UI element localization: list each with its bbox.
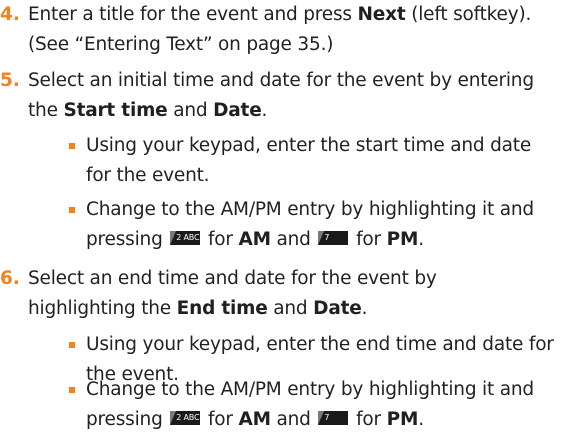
am-label: AM [238, 409, 272, 430]
bullet-line: for the event. [86, 165, 210, 186]
step-number: 4. [0, 4, 20, 25]
bullet-marker [69, 342, 75, 348]
bullet-text: Using your keypad, enter the start time … [86, 131, 582, 191]
bullet-line: pressing 2 ABC for AM and 7 PQRS for PM. [86, 225, 582, 255]
text-run: and [267, 298, 314, 319]
key-2-abc-icon: 2 ABC [170, 231, 201, 245]
key-7-pqrs-icon: 7 PQRS [318, 231, 349, 245]
text-run: . [361, 298, 368, 319]
text-run: and [167, 100, 214, 121]
step-line: Select an end time and date for the even… [28, 268, 437, 289]
bullet-line: Change to the AM/PM entry by highlightin… [86, 379, 534, 400]
am-label: AM [238, 229, 272, 250]
text-run: . [418, 229, 424, 250]
text-run: . [261, 100, 268, 121]
bullet-marker [69, 143, 75, 149]
key-7-pqrs-icon: 7 PQRS [318, 411, 349, 425]
text-run: for [350, 409, 387, 430]
text-run: for [202, 229, 239, 250]
text-run: (left softkey). [405, 4, 532, 25]
start-time-label: Start time [63, 100, 168, 121]
bullet-text: Change to the AM/PM entry by highlightin… [86, 375, 582, 435]
next-softkey-label: Next [357, 4, 406, 25]
text-run: the [28, 100, 64, 121]
key-2-abc-icon: 2 ABC [170, 411, 201, 425]
step-line: Select an initial time and date for the … [28, 70, 534, 91]
step-text: Enter a title for the event and press Ne… [28, 0, 582, 60]
text-run: highlighting the [28, 298, 177, 319]
pm-label: PM [386, 229, 419, 250]
pm-label: PM [386, 409, 419, 430]
step-text: Select an initial time and date for the … [28, 66, 582, 126]
text-run: and [270, 409, 317, 430]
page-reference: (See “Entering Text” on page 35.) [28, 34, 334, 55]
end-time-label: End time [176, 298, 268, 319]
text-run: pressing [86, 409, 169, 430]
date-label: Date [313, 298, 362, 319]
bullet-line: Using your keypad, enter the end time an… [86, 334, 554, 355]
step-number: 5. [0, 70, 20, 91]
bullet-marker [69, 387, 75, 393]
date-label: Date [213, 100, 262, 121]
bullet-text: Change to the AM/PM entry by highlightin… [86, 195, 582, 255]
step-number: 6. [0, 268, 20, 289]
text-run: for [350, 229, 387, 250]
text-run: and [270, 229, 317, 250]
step-line: highlighting the End time and Date. [28, 294, 582, 324]
text-run: . [418, 409, 424, 430]
bullet-line: Using your keypad, enter the start time … [86, 135, 532, 156]
bullet-marker [69, 207, 75, 213]
step-line: Enter a title for the event and press Ne… [28, 0, 582, 30]
step-line: the Start time and Date. [28, 96, 582, 126]
text-run: pressing [86, 229, 169, 250]
text-run: for [202, 409, 239, 430]
text-run: Enter a title for the event and press [28, 4, 358, 25]
step-text: Select an end time and date for the even… [28, 264, 582, 324]
manual-page: 4. Enter a title for the event and press… [0, 0, 582, 431]
bullet-line: Change to the AM/PM entry by highlightin… [86, 199, 534, 220]
